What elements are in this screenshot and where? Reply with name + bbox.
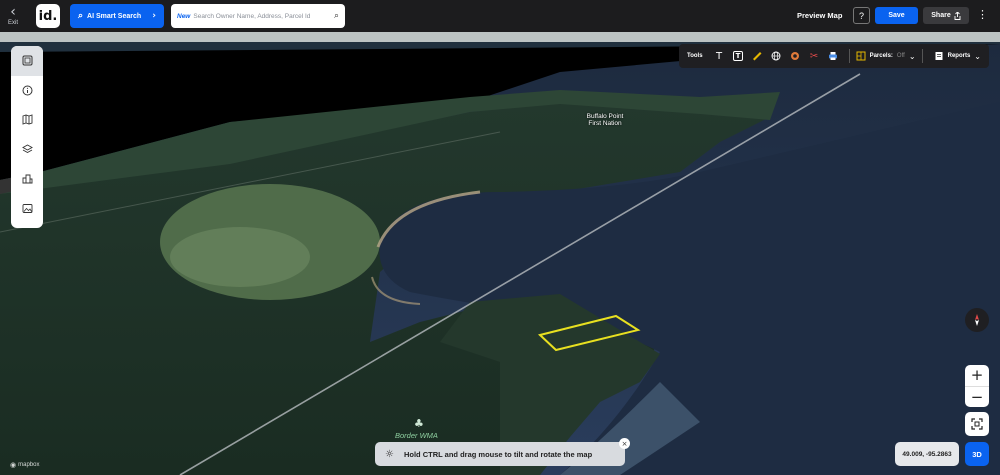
chevron-down-icon: ⌄ <box>908 51 916 61</box>
zoom-control: + − <box>965 365 989 407</box>
reports-dropdown[interactable]: Reports ⌄ <box>934 51 981 61</box>
lightbulb-icon: ☼ <box>385 448 394 460</box>
chevron-right-icon: › <box>152 11 156 21</box>
search-placeholder: Search Owner Name, Address, Parcel Id <box>193 12 311 20</box>
globe-icon[interactable] <box>767 51 786 61</box>
zoom-in-button[interactable]: + <box>965 365 989 386</box>
more-options-icon[interactable]: ⋮ <box>977 8 988 21</box>
left-toolbar <box>11 46 43 228</box>
fit-bounds-button[interactable] <box>965 412 989 436</box>
area-label-border-wma: Border WMA <box>395 431 438 440</box>
hint-text: Hold CTRL and drag mouse to tilt and rot… <box>403 449 593 459</box>
app-root: Buffalo Point First Nation ♣ Border WMA … <box>0 0 1000 475</box>
print-icon[interactable] <box>824 51 843 61</box>
scissors-icon[interactable]: ✂ <box>805 51 824 62</box>
exit-button[interactable]: ‹ Exit <box>1 0 25 32</box>
search-icon[interactable]: ⌕ <box>334 11 339 21</box>
chevron-down-icon: ⌄ <box>974 51 981 61</box>
ai-smart-search-button[interactable]: ⌕ AI Smart Search › <box>70 4 164 28</box>
parcel-icon <box>856 51 866 61</box>
place-label-buffalo-point: Buffalo Point First Nation <box>586 113 624 127</box>
park-icon: ♣ <box>414 417 424 430</box>
map-top-strip <box>0 32 1000 42</box>
tools-bar: Tools T T ✂ Parcels: Off ⌄ Reports ⌄ <box>679 44 989 68</box>
hint-toast: ☼ Hold CTRL and drag mouse to tilt and r… <box>375 442 625 466</box>
search-icon: ⌕ <box>78 11 84 21</box>
chevron-left-icon: ‹ <box>10 4 16 20</box>
divider <box>921 49 923 63</box>
divider <box>848 49 850 63</box>
reports-label: Reports <box>947 53 971 59</box>
text-icon[interactable]: T <box>710 51 729 62</box>
compass-icon <box>975 314 979 326</box>
share-label: Share <box>931 12 951 19</box>
image-icon[interactable] <box>11 194 43 224</box>
satellite-map[interactable] <box>0 42 1000 475</box>
layers-icon[interactable] <box>11 135 43 165</box>
parcels-state: Off <box>896 53 905 59</box>
save-button[interactable]: Save <box>875 7 918 24</box>
logo[interactable]: id. <box>36 4 60 28</box>
attribution-text: mapbox <box>18 462 40 468</box>
share-button[interactable]: Share <box>923 7 969 24</box>
parcels-toggle[interactable]: Parcels: Off ⌄ <box>856 51 916 61</box>
mapbox-logo-icon: ◉ <box>10 461 17 469</box>
preview-map-button[interactable]: Preview Map <box>797 11 842 20</box>
zoom-out-button[interactable]: − <box>965 387 989 408</box>
search-input[interactable]: New Search Owner Name, Address, Parcel I… <box>171 4 345 28</box>
share-icon <box>954 11 961 20</box>
compass-button[interactable] <box>965 308 989 332</box>
text-box-icon[interactable]: T <box>729 51 748 61</box>
circle-icon[interactable] <box>786 51 805 61</box>
help-button[interactable]: ? <box>853 7 870 24</box>
reports-icon <box>935 52 943 60</box>
close-icon[interactable]: × <box>619 438 630 449</box>
info-icon[interactable] <box>11 76 43 106</box>
exit-label: Exit <box>7 20 18 26</box>
panel-icon[interactable] <box>11 46 43 76</box>
tools-label: Tools <box>687 53 703 59</box>
3d-toggle-button[interactable]: 3D <box>965 442 989 466</box>
parcels-label: Parcels: <box>869 53 893 59</box>
mapbox-attribution[interactable]: ◉ mapbox <box>10 461 39 469</box>
focus-frame-icon <box>971 418 983 430</box>
buildings-icon[interactable] <box>11 164 43 194</box>
new-badge: New <box>177 12 191 20</box>
top-bar: ‹ Exit id. ⌕ AI Smart Search › New Searc… <box>0 0 1000 32</box>
ruler-icon[interactable] <box>748 51 767 61</box>
map-icon[interactable] <box>11 105 43 135</box>
ai-smart-search-label: AI Smart Search <box>87 12 142 20</box>
coordinates-readout: 49.009, -95.2863 <box>895 442 959 466</box>
